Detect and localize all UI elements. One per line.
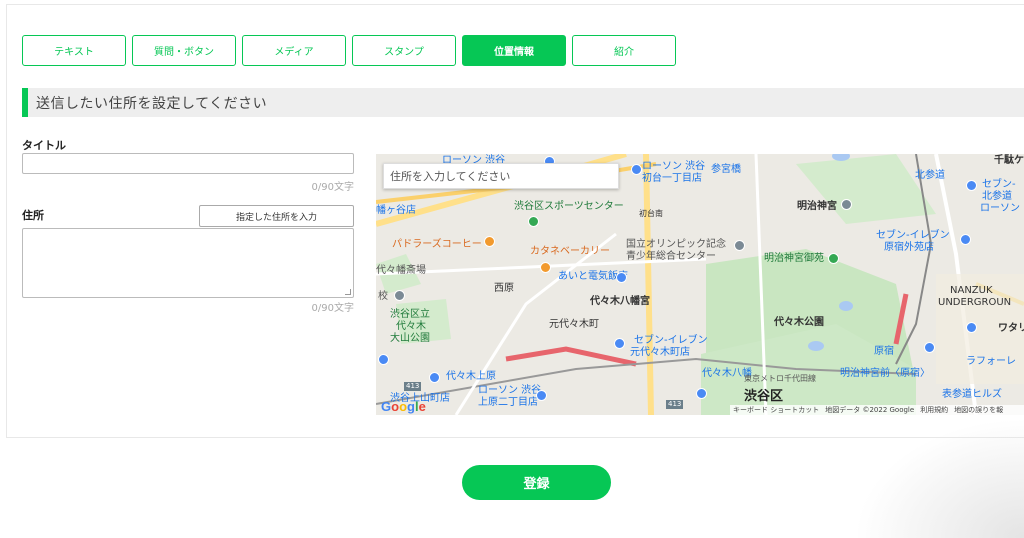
map-label: 初台一丁目店 xyxy=(642,173,702,184)
tab-location[interactable]: 位置情報 xyxy=(462,35,566,66)
map-pin-icon[interactable] xyxy=(429,372,440,383)
address-textarea[interactable] xyxy=(22,228,354,298)
map-label: 代々木上原 xyxy=(446,371,496,382)
title-input[interactable] xyxy=(22,153,354,174)
map-label: 北参道 xyxy=(982,191,1012,202)
map-label: 代々木 xyxy=(396,321,426,332)
route-marker: 413 xyxy=(666,400,684,409)
enter-specified-address-button[interactable]: 指定した住所を入力 xyxy=(199,205,354,227)
map-pin-icon[interactable] xyxy=(841,199,852,210)
map-label: 参宮橋 xyxy=(711,164,741,175)
map-label: 表参道ヒルズ xyxy=(942,389,1002,400)
map-label: 明治神宮御苑 xyxy=(764,253,824,264)
map-label: 初台南 xyxy=(639,209,663,218)
map-pin-icon[interactable] xyxy=(378,354,389,365)
map-pin-icon[interactable] xyxy=(924,342,935,353)
map-pin-icon[interactable] xyxy=(394,290,405,301)
register-button[interactable]: 登録 xyxy=(462,465,611,500)
map-label: 校 xyxy=(378,291,388,302)
map-label: 上原二丁目店 xyxy=(478,397,538,408)
map-pin-icon[interactable] xyxy=(540,262,551,273)
map-label: 渋谷区 xyxy=(744,389,784,404)
section-heading-text: 送信したい住所を設定してください xyxy=(36,95,268,112)
background-shade xyxy=(854,418,1024,538)
map-pin-icon[interactable] xyxy=(614,338,625,349)
tab-question-button[interactable]: 質問・ボタン xyxy=(132,35,236,66)
map-label: 明治神宮 xyxy=(797,201,837,212)
map-label: 千駄ケ xyxy=(994,155,1024,166)
map-label: 明治神宮前〈原宿〉 xyxy=(840,368,930,379)
map-label: 原宿 xyxy=(874,346,894,357)
tab-stamp[interactable]: スタンプ xyxy=(352,35,456,66)
map-label: ローソン 渋谷 xyxy=(478,385,542,396)
map-pin-icon[interactable] xyxy=(966,322,977,333)
route-marker: 413 xyxy=(404,382,422,391)
map-footer: キーボード ショートカット 地図データ ©2022 Google 利用規約 地図… xyxy=(730,405,1024,415)
map-label: 西原 xyxy=(494,283,514,294)
map-label: ワタリ xyxy=(998,323,1024,334)
keyboard-shortcuts-link[interactable]: キーボード ショートカット xyxy=(733,405,819,415)
map-label: 代々木公園 xyxy=(774,317,824,328)
map-label: NANZUK xyxy=(950,285,993,296)
map-pin-icon[interactable] xyxy=(536,390,547,401)
map-pin-icon[interactable] xyxy=(528,216,539,227)
map-label: 渋谷区立 xyxy=(390,309,430,320)
section-heading: 送信したい住所を設定してください xyxy=(22,88,1024,117)
map-label: ローソン xyxy=(980,203,1020,214)
map-label: セブン-イレブン xyxy=(876,230,950,241)
map-search-input[interactable]: 住所を入力してください xyxy=(383,163,619,189)
address-label: 住所 xyxy=(22,209,44,222)
message-type-tabs: テキスト 質問・ボタン メディア スタンプ 位置情報 紹介 xyxy=(22,35,676,66)
map-label: 北参道 xyxy=(915,170,945,181)
map-pin-icon[interactable] xyxy=(484,236,495,247)
map-pin-icon[interactable] xyxy=(616,272,627,283)
map-label: ローソン 渋谷 xyxy=(642,161,706,172)
address-counter: 0/90文字 xyxy=(311,303,354,314)
map-label: 幡ヶ谷店 xyxy=(376,205,416,216)
map-data-credit: 地図データ ©2022 Google xyxy=(825,406,915,414)
map-label: 元代々木町 xyxy=(549,319,599,330)
google-logo: Google xyxy=(381,399,426,414)
map-pin-icon[interactable] xyxy=(696,388,707,399)
map-label: UNDERGROUN xyxy=(938,297,1012,308)
map-label: 代々幡斎場 xyxy=(376,265,426,276)
map-label: セブン- xyxy=(982,179,1016,190)
map-label: 渋谷区スポーツセンター xyxy=(514,201,624,212)
map-label: 国立オリンピック記念 xyxy=(626,239,726,250)
map-label: カタネベーカリー xyxy=(530,246,610,257)
map-pin-icon[interactable] xyxy=(734,240,745,251)
title-label: タイトル xyxy=(22,139,66,152)
map-pin-icon[interactable] xyxy=(631,164,642,175)
map-label: 代々木八幡宮 xyxy=(590,296,650,307)
terms-link[interactable]: 利用規約 xyxy=(920,405,948,415)
map-pin-icon[interactable] xyxy=(960,234,971,245)
map-label: 元代々木町店 xyxy=(630,347,690,358)
title-counter: 0/90文字 xyxy=(311,182,354,193)
map-label: 東京メトロ千代田線 xyxy=(744,374,816,383)
tab-media[interactable]: メディア xyxy=(242,35,346,66)
map-label: セブン-イレブン xyxy=(634,335,708,346)
map-label: パドラーズコーヒー xyxy=(392,239,482,250)
map-label: 青少年総合センター xyxy=(626,251,716,262)
map-label: ラフォーレ xyxy=(966,356,1016,367)
tab-text[interactable]: テキスト xyxy=(22,35,126,66)
map-label: 大山公園 xyxy=(390,333,430,344)
google-map[interactable]: ローソン 渋谷 ローソン 渋谷 初台一丁目店 参宮橋 明治神宮 千駄ケ 北参道 … xyxy=(376,154,1024,415)
map-pin-icon[interactable] xyxy=(828,253,839,264)
map-label: 原宿外苑店 xyxy=(884,242,934,253)
resize-handle-icon[interactable] xyxy=(345,289,351,295)
report-error-link[interactable]: 地図の誤りを報 xyxy=(954,405,1003,415)
tab-introduction[interactable]: 紹介 xyxy=(572,35,676,66)
map-search-placeholder: 住所を入力してください xyxy=(390,170,511,183)
map-pin-icon[interactable] xyxy=(966,180,977,191)
